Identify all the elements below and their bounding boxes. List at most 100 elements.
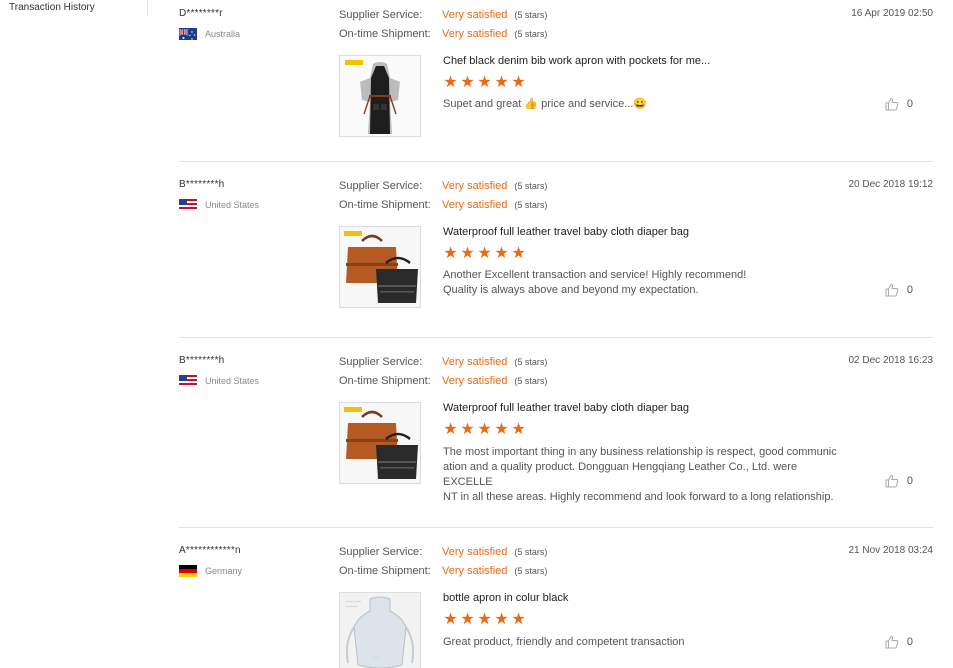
country-name: United States: [205, 200, 260, 210]
product-rating-stars: ★ ★ ★ ★ ★: [443, 245, 526, 262]
star-icon: ★: [460, 611, 475, 628]
review-date: 02 Dec 2018 16:23: [848, 355, 933, 366]
shipment-stars: (5 stars): [514, 566, 548, 576]
supplier-service-value: Very satisfied: [442, 180, 508, 192]
like-count: 0: [906, 475, 913, 487]
shipment-rating: On-time Shipment: Very satisfied (5 star…: [339, 199, 547, 211]
us-flag-icon: [179, 199, 197, 211]
supplier-service-label: Supplier Service:: [339, 9, 423, 21]
supplier-service-stars: (5 stars): [514, 547, 548, 557]
review-comment: Great product, friendly and competent tr…: [443, 636, 685, 648]
supplier-service-rating: Supplier Service: Very satisfied (5 star…: [339, 9, 547, 21]
supplier-service-value: Very satisfied: [442, 9, 508, 21]
star-icon: ★: [494, 421, 509, 438]
svg-text:~~~~~: ~~~~~: [346, 604, 358, 609]
buyer-name: B********h: [179, 355, 225, 366]
like-button[interactable]: 0: [885, 97, 913, 111]
shipment-stars: (5 stars): [514, 376, 548, 386]
country-name: Germany: [205, 566, 243, 576]
review-item: A************n Germany Supplier Service:…: [179, 528, 933, 668]
supplier-service-stars: (5 stars): [514, 10, 548, 20]
review-date: 21 Nov 2018 03:24: [848, 545, 933, 556]
shipment-label: On-time Shipment:: [339, 565, 431, 577]
star-icon: ★: [460, 74, 475, 91]
supplier-service-label: Supplier Service:: [339, 356, 423, 368]
review-comment: Supet and great 👍 price and service...😀: [443, 98, 648, 110]
star-icon: ★: [443, 421, 458, 438]
shipment-stars: (5 stars): [514, 29, 548, 39]
thumbs-up-icon: [885, 97, 899, 111]
country-name: United States: [205, 376, 260, 386]
svg-text:~ ~~: ~ ~~: [372, 656, 379, 660]
buyer-name: B********h: [179, 179, 225, 190]
like-button[interactable]: 0: [885, 474, 913, 488]
like-count: 0: [906, 98, 913, 110]
like-count: 0: [906, 636, 913, 648]
review-date: 16 Apr 2019 02:50: [851, 8, 933, 19]
product-title[interactable]: Chef black denim bib work apron with poc…: [443, 55, 710, 67]
thumbs-up-icon: [885, 474, 899, 488]
review-item: B********h United States Supplier Servic…: [179, 338, 933, 528]
shipment-stars: (5 stars): [514, 200, 548, 210]
star-icon: ★: [494, 74, 509, 91]
shipment-value: Very satisfied: [442, 565, 508, 577]
country-name: Australia: [205, 29, 241, 39]
product-image[interactable]: [339, 55, 421, 137]
supplier-service-value: Very satisfied: [442, 356, 508, 368]
buyer-country: Australia: [179, 28, 240, 40]
star-icon: ★: [443, 611, 458, 628]
buyer-name: A************n: [179, 545, 241, 556]
product-image[interactable]: [339, 402, 421, 484]
star-icon: ★: [511, 245, 526, 262]
review-date: 20 Dec 2018 19:12: [848, 179, 933, 190]
product-title[interactable]: Waterproof full leather travel baby clot…: [443, 402, 689, 414]
shipment-value: Very satisfied: [442, 375, 508, 387]
like-button[interactable]: 0: [885, 635, 913, 649]
star-icon: ★: [443, 245, 458, 262]
buyer-name: D********r: [179, 8, 223, 19]
shipment-label: On-time Shipment:: [339, 28, 431, 40]
australia-flag-icon: [179, 28, 197, 40]
review-item: D********r Australia Supplier Service: V…: [179, 0, 933, 162]
shipment-label: On-time Shipment:: [339, 199, 431, 211]
supplier-service-rating: Supplier Service: Very satisfied (5 star…: [339, 180, 547, 192]
product-rating-stars: ★ ★ ★ ★ ★: [443, 611, 526, 628]
review-comment: The most important thing in any business…: [443, 446, 837, 503]
star-icon: ★: [511, 421, 526, 438]
star-icon: ★: [477, 611, 492, 628]
supplier-service-rating: Supplier Service: Very satisfied (5 star…: [339, 546, 547, 558]
shipment-value: Very satisfied: [442, 28, 508, 40]
star-icon: ★: [511, 611, 526, 628]
thumbs-up-icon: [885, 635, 899, 649]
star-icon: ★: [494, 611, 509, 628]
like-count: 0: [906, 284, 913, 296]
product-title[interactable]: Waterproof full leather travel baby clot…: [443, 226, 689, 238]
us-flag-icon: [179, 375, 197, 387]
shipment-value: Very satisfied: [442, 199, 508, 211]
buyer-country: United States: [179, 375, 259, 387]
star-icon: ★: [511, 74, 526, 91]
like-button[interactable]: 0: [885, 283, 913, 297]
star-icon: ★: [443, 74, 458, 91]
star-icon: ★: [477, 245, 492, 262]
germany-flag-icon: [179, 565, 197, 577]
sidebar-item-transaction-history[interactable]: Transaction History: [9, 2, 95, 13]
supplier-service-stars: (5 stars): [514, 181, 548, 191]
star-icon: ★: [477, 74, 492, 91]
supplier-service-label: Supplier Service:: [339, 546, 423, 558]
supplier-service-value: Very satisfied: [442, 546, 508, 558]
shipment-rating: On-time Shipment: Very satisfied (5 star…: [339, 375, 547, 387]
product-image[interactable]: ~~~ ~~~ ~~~~~ ~ ~~: [339, 592, 421, 668]
supplier-service-label: Supplier Service:: [339, 180, 423, 192]
shipment-label: On-time Shipment:: [339, 375, 431, 387]
product-title[interactable]: bottle apron in colur black: [443, 592, 568, 604]
product-rating-stars: ★ ★ ★ ★ ★: [443, 74, 526, 91]
buyer-country: United States: [179, 199, 259, 211]
star-icon: ★: [460, 421, 475, 438]
supplier-service-rating: Supplier Service: Very satisfied (5 star…: [339, 356, 547, 368]
product-image[interactable]: [339, 226, 421, 308]
supplier-service-stars: (5 stars): [514, 357, 548, 367]
sidebar: Transaction History: [0, 0, 148, 16]
buyer-country: Germany: [179, 565, 242, 577]
product-rating-stars: ★ ★ ★ ★ ★: [443, 421, 526, 438]
